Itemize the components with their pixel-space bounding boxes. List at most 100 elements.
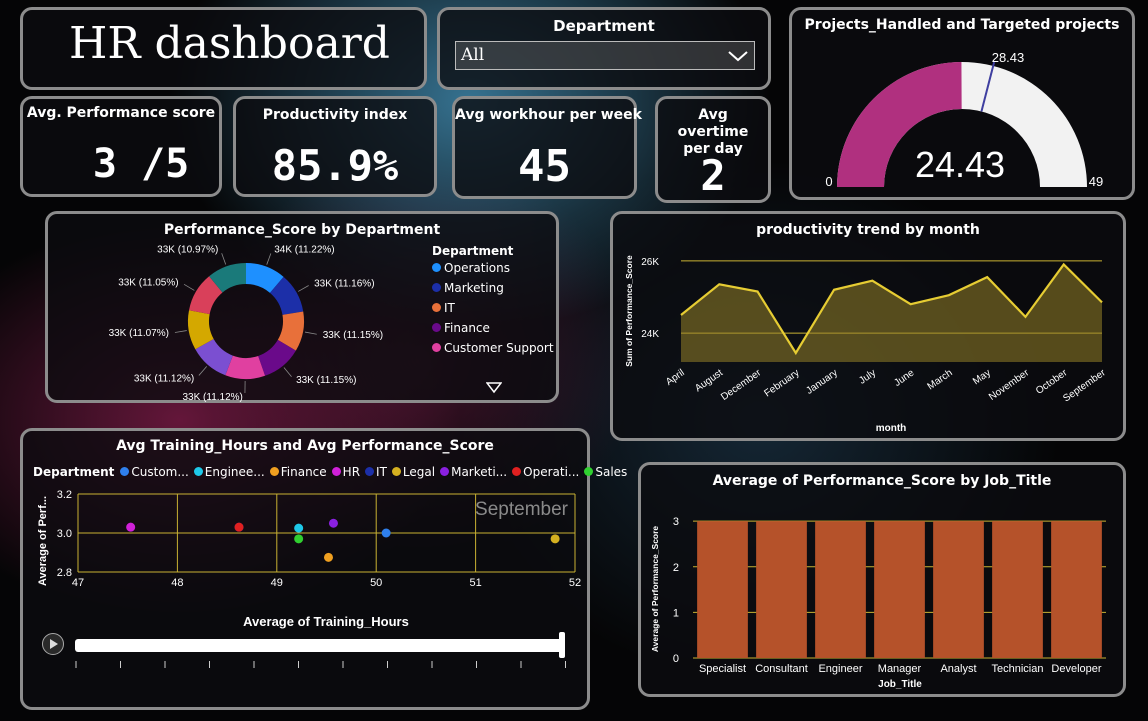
trend-area (681, 264, 1102, 362)
dropdown-value: All (461, 45, 485, 65)
bar-manager[interactable] (874, 521, 925, 658)
donut-data-label: 33K (11.16%) (314, 279, 374, 290)
bar-ytick: 0 (673, 653, 679, 665)
bar-xtick: Developer (1051, 663, 1101, 675)
legend-label: Sales (595, 465, 628, 479)
play-axis-handle[interactable] (559, 632, 565, 658)
scatter-ytick: 3.2 (57, 489, 72, 501)
scatter-point[interactable] (294, 534, 304, 544)
donut-legend-item[interactable]: IT (432, 301, 557, 315)
legend-label: Marketing (444, 281, 504, 295)
scatter-xtick: 48 (171, 577, 183, 589)
play-axis-track[interactable] (75, 639, 563, 652)
legend-dot-icon (432, 343, 441, 352)
bar-ytick: 3 (673, 516, 679, 528)
legend-scroll-down-icon[interactable] (486, 382, 502, 394)
trend-xlabel: month (876, 423, 907, 434)
scatter-point[interactable] (294, 523, 304, 533)
donut-chart-card: Performance_Score by Department 34K (11.… (45, 211, 559, 403)
scatter-point[interactable] (381, 528, 391, 538)
filter-label: Department (553, 17, 655, 35)
trend-xtick: April (664, 367, 687, 387)
scatter-legend-item[interactable]: Sales (584, 465, 627, 479)
donut-chart: 34K (11.22%) 33K (11.16%) 33K (11.15%) 33K … (109, 244, 384, 403)
donut-data-label: 33K (11.05%) (118, 277, 178, 288)
job-title-bar-chart: Average of Performance_Score Job_Title 0… (650, 516, 1106, 690)
scatter-xtick: 52 (569, 577, 581, 589)
scatter-xtick: 47 (72, 577, 84, 589)
trend-ytick: 24K (641, 329, 659, 340)
performance-kpi-label: Avg. Performance score (26, 105, 216, 121)
trend-xtick: March (926, 367, 955, 392)
department-dropdown[interactable]: All (455, 41, 755, 70)
overtime-kpi-card: Avg overtime per day 2 (655, 96, 771, 203)
workhour-kpi-card: Avg workhour per week 45 (452, 96, 642, 199)
gauge-target-label: 28.43 (992, 50, 1025, 65)
scatter-point[interactable] (126, 522, 136, 532)
donut-data-label: 33K (11.07%) (109, 328, 169, 339)
bar-chart-card: Average of Performance_Score by Job_Titl… (638, 462, 1126, 697)
trend-ylabel: Sum of Performance_Score (624, 255, 634, 367)
legend-label: Operations (444, 261, 510, 275)
page-title: HR dashboard (69, 18, 390, 69)
scatter-xtick: 51 (469, 577, 481, 589)
scatter-ytick: 3.0 (57, 528, 72, 540)
bar-technician[interactable] (992, 521, 1043, 658)
donut-legend-item[interactable]: Marketing (432, 281, 557, 295)
legend-dot-icon (432, 323, 441, 332)
scatter-point[interactable] (323, 552, 333, 562)
bar-analyst[interactable] (933, 521, 984, 658)
productivity-kpi-value: 85.9% (271, 141, 399, 190)
gauge-min-label: 0 (825, 174, 832, 189)
title-card: HR dashboard (20, 7, 427, 90)
bar-consultant[interactable] (756, 521, 807, 658)
donut-legend-item[interactable]: Operations (432, 261, 557, 275)
bar-xtick: Technician (992, 663, 1044, 675)
legend-dot-icon (432, 263, 441, 272)
trend-xtick: July (857, 367, 878, 386)
legend-label: Finance (444, 321, 490, 335)
donut-legend-item[interactable]: Customer Support (432, 341, 557, 355)
trend-xtick: January (804, 367, 839, 396)
workhour-kpi-label: Avg workhour per week (455, 107, 642, 123)
donut-data-label: 33K (11.15%) (296, 375, 356, 386)
productivity-kpi-label: Productivity index (262, 107, 408, 123)
bar-xtick: Analyst (940, 663, 976, 675)
legend-label: IT (444, 301, 455, 315)
scatter-xtick: 50 (370, 577, 382, 589)
bar-xtick: Manager (878, 663, 922, 675)
bars-xlabel: Job_Title (878, 679, 922, 690)
scatter-ytick: 2.8 (57, 567, 72, 579)
trend-xtick: August (693, 367, 725, 394)
bars-ylabel: Average of Performance_Score (650, 526, 660, 653)
workhour-kpi-value: 45 (518, 141, 571, 192)
bar-ytick: 2 (673, 562, 679, 574)
donut-legend-item[interactable]: Finance (432, 321, 557, 335)
bar-specialist[interactable] (697, 521, 748, 658)
trend-xtick: May (971, 367, 993, 387)
scatter-chart-card: Avg Training_Hours and Avg Performance_S… (20, 428, 627, 710)
productivity-trend-chart: Sum of Performance_Score month 24K 26K Apr… (624, 255, 1108, 434)
trend-xtick: November (987, 367, 1032, 403)
projects-gauge: 24.43 0 49 28.43 (825, 50, 1103, 189)
bar-xtick: Specialist (699, 663, 746, 675)
bar-xtick: Consultant (755, 663, 808, 675)
overtime-kpi-value: 2 (700, 151, 726, 200)
chevron-down-icon (728, 51, 748, 62)
performance-kpi-card: Avg. Performance score 3 /5 (20, 96, 222, 197)
donut-data-label: 33K (11.12%) (182, 392, 242, 403)
donut-data-label: 33K (10.97%) (157, 244, 218, 255)
scatter-xtick: 49 (271, 577, 283, 589)
donut-data-label: 33K (11.12%) (134, 373, 194, 384)
scatter-point[interactable] (328, 518, 338, 528)
legend-dot-icon (432, 283, 441, 292)
donut-legend-title: Department (432, 244, 514, 258)
scatter-point[interactable] (234, 522, 244, 532)
scatter-ylabel: Average of Perf... (37, 496, 49, 586)
play-button[interactable] (42, 633, 64, 655)
scatter-point[interactable] (550, 534, 560, 544)
bar-developer[interactable] (1051, 521, 1102, 658)
bar-engineer[interactable] (815, 521, 866, 658)
donut-data-label: 34K (11.22%) (274, 245, 334, 256)
department-filter-card: Department All (437, 7, 771, 90)
